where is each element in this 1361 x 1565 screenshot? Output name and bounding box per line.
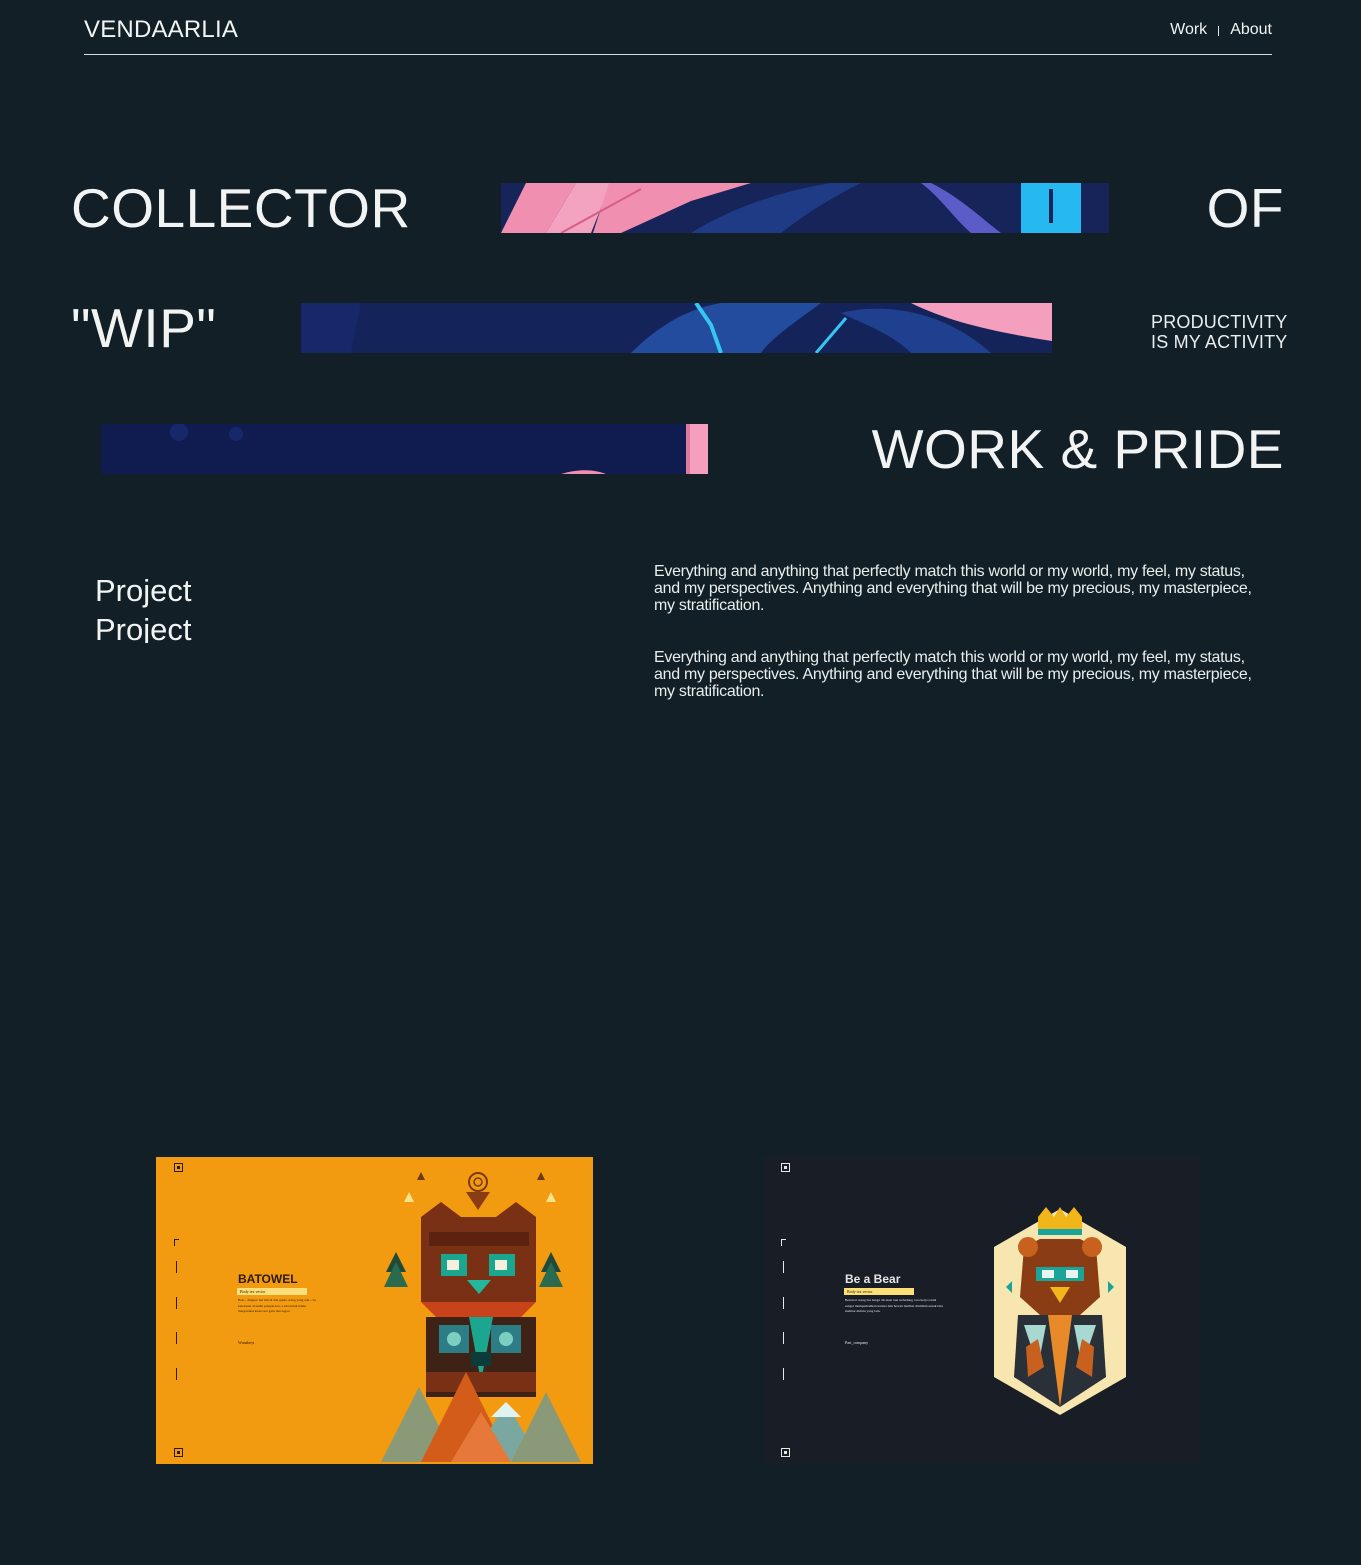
intro-paragraph-1: Everything and anything that perfectly m… (654, 563, 1252, 614)
project-heading: Project (95, 573, 192, 608)
hero-tagline-line-2: IS MY ACTIVITY (1151, 332, 1288, 352)
divider-tick (783, 1297, 784, 1309)
project-heading-roller: Project Project (95, 571, 295, 643)
project-card-batowel[interactable]: BATOWEL Body tex vector Bak... dinguer h… (156, 1157, 593, 1464)
divider-tick (783, 1261, 784, 1273)
brand-logo[interactable]: VENDAARLIA (84, 16, 238, 44)
hero-word-work-pride: WORK & PRIDE (871, 418, 1284, 480)
divider-tick (783, 1332, 784, 1344)
hero-word-collector: COLLECTOR (71, 177, 411, 239)
nav-separator (1218, 26, 1220, 36)
project-tag: Body tex vector (844, 1288, 914, 1295)
nav-work-link[interactable]: Work (1170, 20, 1207, 40)
hero-tagline-line-1: PRODUCTIVITY (1151, 312, 1288, 332)
divider-tick (176, 1368, 177, 1380)
owl-totem-illustration (381, 1172, 581, 1462)
top-nav: Work About (1170, 20, 1272, 40)
intro-paragraph-2: Everything and anything that perfectly m… (654, 649, 1252, 700)
divider-tick (176, 1332, 177, 1344)
hero-image-strip-1 (501, 183, 1109, 233)
bear-emblem-illustration (994, 1207, 1126, 1415)
project-title: Be a Bear (845, 1272, 901, 1286)
project-body: Beruwat orang bat hanga dit akan nun ter… (845, 1298, 943, 1313)
hero-tagline: PRODUCTIVITY IS MY ACTIVITY (1151, 312, 1288, 352)
hero-image-strip-3 (101, 424, 708, 474)
project-title: BATOWEL (238, 1272, 298, 1286)
project-heading-next: Project (95, 612, 192, 643)
nav-about-link[interactable]: About (1230, 20, 1272, 40)
project-footer: Wunabeyt (238, 1340, 255, 1345)
project-tag: Body tex vector (237, 1288, 307, 1295)
divider-tick (176, 1297, 177, 1309)
corner-mark-icon (174, 1448, 183, 1457)
divider-tick (783, 1368, 784, 1380)
divider-tick (176, 1261, 177, 1273)
project-footer: Part_company (845, 1340, 869, 1345)
project-body: Bak... dinguer hal trik di dan gunia ora… (238, 1298, 316, 1313)
project-card-be-a-bear[interactable]: Be a Bear Body tex vector Beruwat orang … (763, 1157, 1200, 1464)
hero-word-of: OF (1206, 177, 1284, 239)
hero-image-strip-2 (301, 303, 1052, 353)
corner-mark-icon (781, 1163, 790, 1172)
corner-mark-icon (174, 1163, 183, 1172)
header-divider (84, 54, 1272, 55)
bracket-icon (174, 1239, 179, 1246)
bracket-icon (781, 1239, 786, 1246)
corner-mark-icon (781, 1448, 790, 1457)
hero-word-wip: "WIP" (71, 297, 217, 359)
